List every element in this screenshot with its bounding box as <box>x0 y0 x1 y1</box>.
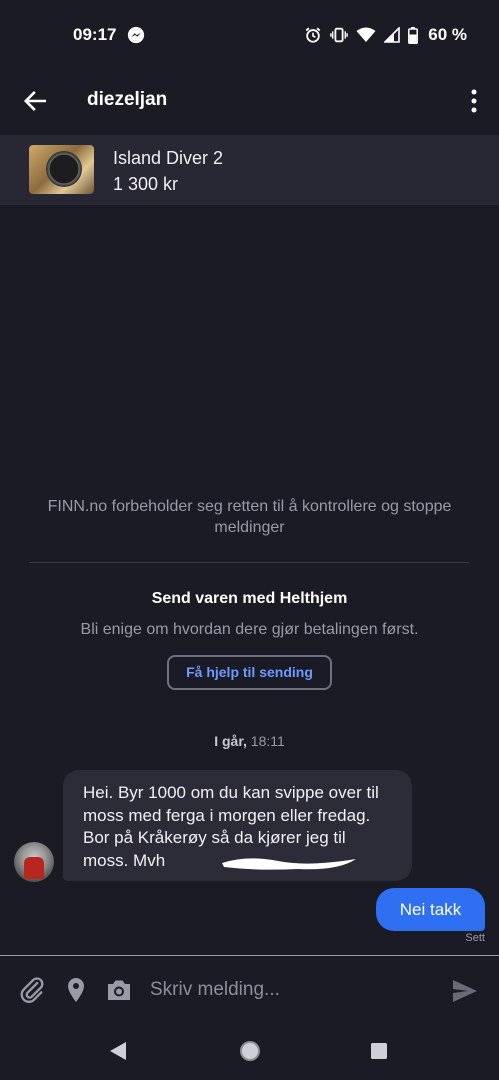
shipping-title: Send varen med Helthjem <box>151 590 348 607</box>
listing-title: Island Diver 2 <box>113 148 224 168</box>
nav-back-icon[interactable] <box>108 1040 128 1062</box>
system-nav-bar <box>0 1024 499 1080</box>
redaction-scribble <box>222 858 356 870</box>
nav-home-icon[interactable] <box>238 1039 262 1063</box>
alarm-icon <box>305 27 321 43</box>
chat-screen: 09:17 60 % diezeljan Island Diver 2 1 30… <box>0 0 499 1080</box>
message-bubble-outgoing[interactable]: Nei takk <box>376 888 485 931</box>
moderation-notice: FINN.no forbeholder seg retten til å kon… <box>47 498 452 536</box>
watch-image <box>46 151 82 187</box>
message-text: Nei takk <box>399 900 462 919</box>
more-vert-icon[interactable] <box>469 88 479 114</box>
back-arrow-icon[interactable] <box>22 88 48 114</box>
location-icon[interactable] <box>64 976 88 1004</box>
battery-icon <box>408 26 419 44</box>
avatar-shirt <box>24 857 44 879</box>
listing-price: 1 300 kr <box>113 174 179 194</box>
top-app-bar: diezeljan <box>0 70 499 134</box>
nav-recents-icon[interactable] <box>370 1042 388 1060</box>
camera-icon[interactable] <box>105 977 133 1003</box>
listing-thumbnail <box>29 145 94 194</box>
send-icon[interactable] <box>451 978 479 1004</box>
avatar[interactable] <box>14 842 54 882</box>
date-separator-time: 18:11 <box>250 733 285 749</box>
vibrate-icon <box>330 27 349 43</box>
message-input[interactable] <box>150 972 430 1008</box>
signal-icon <box>384 27 401 43</box>
status-bar: 09:17 60 % <box>0 0 499 70</box>
attach-icon[interactable] <box>18 976 46 1004</box>
date-separator-day: I går, <box>214 733 247 749</box>
shipping-subtitle: Bli enige om hvordan dere gjør betalinge… <box>80 621 419 638</box>
listing-card[interactable]: Island Diver 2 1 300 kr <box>0 135 499 205</box>
divider <box>29 562 469 563</box>
date-separator: I går, 18:11 <box>0 733 499 749</box>
status-time: 09:17 <box>73 25 117 44</box>
wifi-icon <box>356 27 376 42</box>
message-composer <box>0 956 499 1024</box>
messenger-icon <box>127 26 145 44</box>
conversation-title: diezeljan <box>87 89 168 110</box>
battery-percent: 60 % <box>428 25 467 44</box>
status-icons: 60 % <box>304 25 467 45</box>
shipping-help-button[interactable]: Få hjelp til sending <box>167 655 332 690</box>
message-status: Sett <box>465 932 485 944</box>
